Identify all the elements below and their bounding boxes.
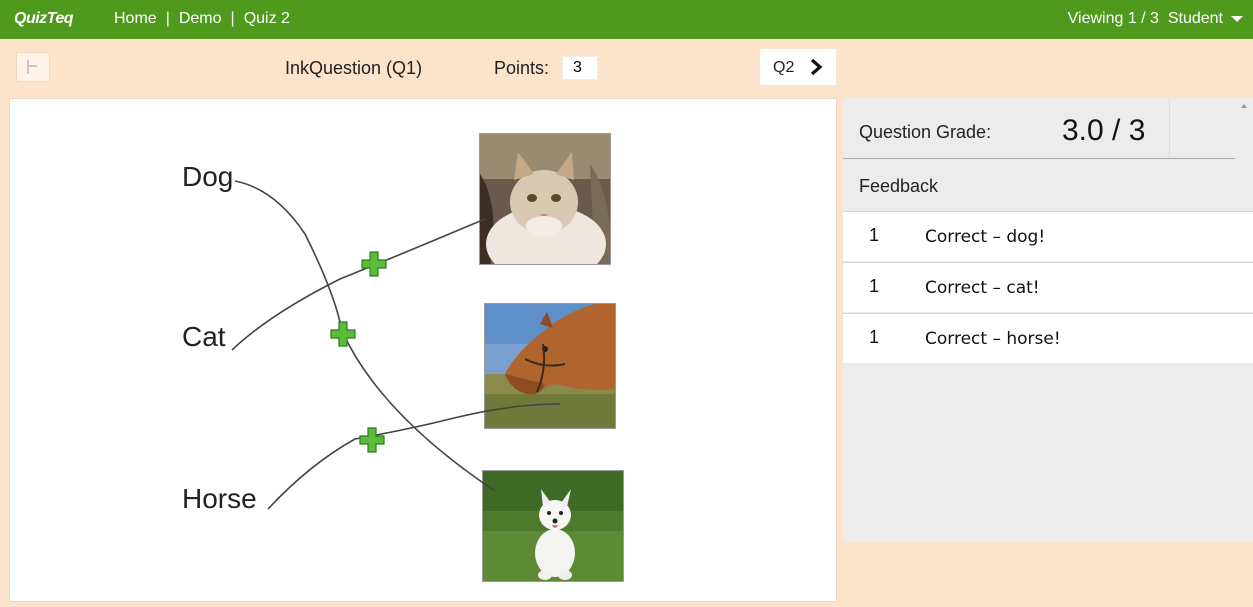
feedback-row: 1 Correct – dog!	[843, 211, 1253, 261]
feedback-points: 1	[869, 327, 880, 347]
feedback-points: 1	[869, 225, 880, 245]
next-question-button[interactable]: Q2	[760, 49, 836, 85]
feedback-text: Correct – dog!	[925, 227, 1046, 247]
question-toolbar: InkQuestion (Q1) Points: 3 Q2	[0, 39, 1253, 95]
grade-panel: Question Grade: 3.0 / 3 Feedback 1 Corre…	[843, 98, 1253, 542]
ink-canvas[interactable]: Dog Cat Horse	[9, 98, 837, 602]
correct-plus-icon	[361, 251, 387, 277]
ink-stroke-horse	[267, 403, 561, 510]
divider	[843, 158, 1235, 159]
ink-strokes	[231, 180, 561, 510]
breadcrumb: Home | Demo | Quiz 2	[114, 10, 290, 28]
next-question-label: Q2	[773, 59, 795, 76]
feedback-row: 1 Correct – horse!	[843, 313, 1253, 363]
viewing-status: Viewing 1 / 3	[1067, 10, 1159, 27]
breadcrumb-separator: |	[230, 10, 235, 27]
feedback-points: 1	[869, 276, 880, 296]
correct-plus-icon	[359, 427, 385, 453]
question-grade-row: Question Grade: 3.0 / 3	[843, 98, 1253, 158]
question-title: InkQuestion (Q1)	[285, 58, 423, 78]
feedback-text: Correct – horse!	[925, 329, 1061, 349]
flag-button[interactable]	[16, 52, 50, 82]
feedback-title: Feedback	[859, 176, 939, 196]
feedback-text: Correct – cat!	[925, 278, 1040, 298]
feedback-row: 1 Correct – cat!	[843, 262, 1253, 312]
points-field[interactable]: 3	[562, 56, 598, 80]
nav-home[interactable]: Home	[114, 10, 157, 27]
chevron-right-icon	[810, 58, 823, 76]
breadcrumb-separator: |	[165, 10, 170, 27]
question-grade-value: 3.0 / 3	[1062, 114, 1146, 147]
ink-stroke-cat	[231, 218, 486, 351]
points-label: Points:	[494, 58, 550, 78]
user-name[interactable]: Student	[1168, 10, 1223, 27]
user-menu[interactable]: Viewing 1 / 3 Student	[1068, 10, 1243, 28]
flag-icon	[27, 60, 37, 74]
nav-quiz[interactable]: Quiz 2	[244, 10, 290, 27]
divider	[1169, 98, 1170, 158]
top-bar: QuizTeq Home | Demo | Quiz 2 Viewing 1 / 3 S…	[0, 0, 1253, 39]
nav-demo[interactable]: Demo	[179, 10, 222, 27]
question-grade-label: Question Grade:	[859, 122, 992, 142]
correct-plus-icon	[330, 321, 356, 347]
brand-logo[interactable]: QuizTeq	[14, 10, 74, 28]
chevron-down-icon[interactable]	[1231, 15, 1243, 22]
